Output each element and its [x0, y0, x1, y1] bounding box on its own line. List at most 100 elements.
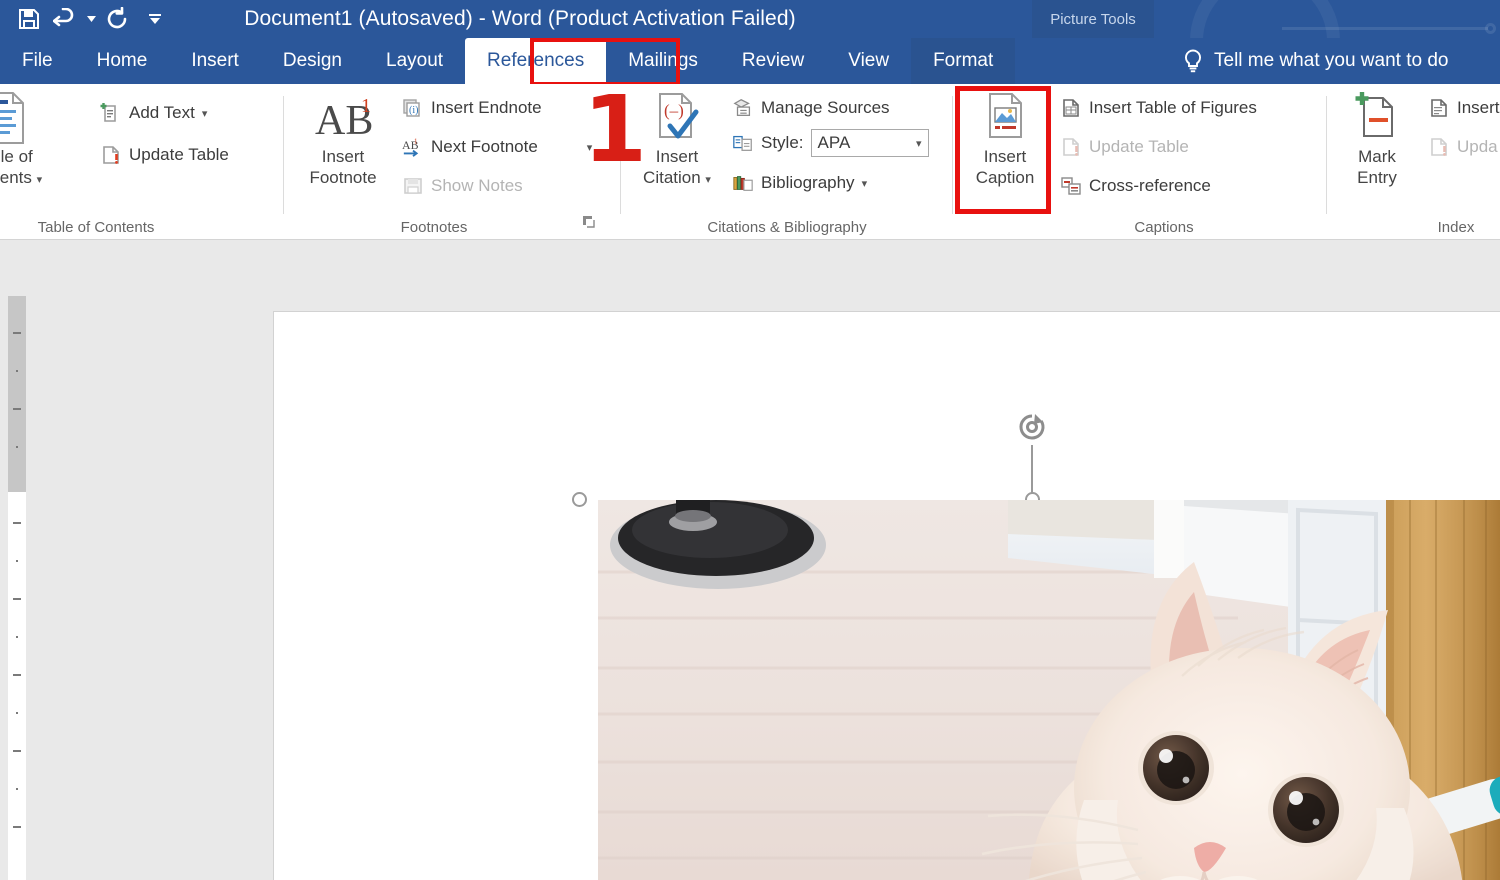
cross-reference-button[interactable]: Cross-reference — [1060, 171, 1211, 201]
tell-me-search[interactable]: Tell me what you want to do — [1182, 38, 1448, 84]
window-title: Document1 (Autosaved) - Word (Product Ac… — [244, 7, 796, 30]
update-table-toc-label: Update Table — [129, 145, 229, 164]
tab-layout[interactable]: Layout — [364, 38, 465, 84]
insert-endnote-button[interactable]: (i) Insert Endnote — [402, 93, 542, 123]
ribbon-group-footnotes: AB 1 Insert Footnote (i) Insert Endnote — [284, 84, 618, 240]
selected-picture[interactable] — [572, 414, 1500, 880]
vruler-tick — [13, 826, 21, 828]
update-index-button: Upda — [1428, 132, 1498, 162]
citation-style-label: Style: — [761, 133, 804, 152]
insert-caption-button[interactable]: Insert Caption — [956, 90, 1054, 188]
insert-citation-icon: (–) — [650, 90, 704, 146]
bibliography-button[interactable]: Bibliography ▾ — [732, 168, 867, 198]
tab-file[interactable]: File — [0, 38, 75, 84]
add-text-icon — [100, 102, 122, 124]
toc-document-icon — [0, 90, 29, 146]
ribbon-group-index: Mark Entry Insert Upda Index — [1328, 84, 1500, 240]
vruler-tick — [13, 598, 21, 600]
style-icon — [732, 132, 754, 154]
vruler-tick — [16, 446, 18, 448]
cross-reference-label: Cross-reference — [1089, 176, 1211, 195]
rotate-handle-stem — [1031, 445, 1033, 493]
title-bar: Document1 (Autosaved) - Word (Product Ac… — [0, 0, 1500, 116]
next-footnote-label: Next Footnote — [431, 137, 538, 156]
next-footnote-dropdown-icon[interactable]: ▾ — [587, 141, 593, 154]
group-separator-2 — [620, 96, 621, 214]
group-separator-4 — [1326, 96, 1327, 214]
insert-footnote-button[interactable]: AB 1 Insert Footnote — [294, 90, 392, 188]
tab-review[interactable]: Review — [720, 38, 826, 84]
tab-list: File Home Insert Design Layout Reference… — [0, 38, 1016, 84]
insert-citation-dropdown-icon[interactable]: ▾ — [705, 174, 711, 186]
tab-home[interactable]: Home — [75, 38, 170, 84]
group-title-table-of-contents: Table of Contents — [37, 219, 155, 236]
update-table-figures-button: Update Table — [1060, 132, 1189, 162]
vruler-tick — [13, 332, 21, 334]
update-table-figures-label: Update Table — [1089, 137, 1189, 156]
vruler-tick — [13, 674, 21, 676]
insert-caption-label-line1: Insert — [983, 147, 1027, 166]
manage-sources-button[interactable]: Manage Sources — [732, 93, 890, 123]
svg-text:1: 1 — [414, 136, 418, 145]
group-title-footnotes: Footnotes — [400, 219, 468, 236]
tab-mailings[interactable]: Mailings — [606, 38, 720, 84]
vruler-tick — [13, 750, 21, 752]
picture-handle-top-left[interactable] — [572, 492, 587, 507]
toc-label-line2: Contents ▾ — [0, 168, 43, 187]
footnotes-dialog-launcher-icon[interactable] — [582, 215, 596, 232]
ruler-band: 3 · ı · 2 · ı · 1 · ı · ı · · · ı · 1 · … — [0, 240, 1500, 524]
table-of-contents-button[interactable]: Table of Contents ▾ — [0, 90, 52, 191]
insert-citation-label-line2: Citation ▾ — [643, 168, 711, 187]
tab-view[interactable]: View — [826, 38, 911, 84]
next-footnote-button[interactable]: AB 1 Next Footnote ▾ — [402, 132, 592, 162]
insert-table-of-figures-button[interactable]: Insert Table of Figures — [1060, 93, 1257, 123]
citation-style-select[interactable]: APA ▾ — [810, 129, 929, 157]
show-notes-icon — [402, 175, 424, 197]
vruler-tick — [16, 788, 18, 790]
table-of-figures-icon — [1060, 97, 1082, 119]
citation-style-row: Style: APA ▾ — [732, 128, 929, 158]
cat-photo — [598, 500, 1500, 880]
insert-table-of-figures-label: Insert Table of Figures — [1089, 98, 1257, 117]
vruler-tick — [16, 370, 18, 372]
insert-index-button[interactable]: Insert — [1428, 93, 1500, 123]
tab-references[interactable]: References — [465, 38, 607, 84]
add-text-label: Add Text — [129, 103, 195, 122]
ribbon-group-captions: Insert Caption Insert Table of Figures U… — [954, 84, 1326, 240]
document-page[interactable] — [274, 312, 1500, 880]
ribbon-tab-strip: File Home Insert Design Layout Reference… — [0, 38, 1500, 108]
mark-entry-button[interactable]: Mark Entry — [1328, 90, 1426, 188]
tab-design[interactable]: Design — [261, 38, 364, 84]
tab-insert[interactable]: Insert — [169, 38, 261, 84]
toc-dropdown-icon[interactable]: ▾ — [37, 174, 43, 186]
show-notes-button: Show Notes — [402, 171, 523, 201]
group-title-captions: Captions — [1134, 219, 1194, 236]
vruler-tick — [13, 408, 21, 410]
citation-style-dropdown-icon[interactable]: ▾ — [916, 137, 922, 150]
group-separator-3 — [952, 96, 953, 214]
update-table-toc-button[interactable]: Update Table — [100, 140, 229, 170]
add-text-dropdown-icon[interactable]: ▾ — [202, 107, 208, 120]
bibliography-dropdown-icon[interactable]: ▾ — [862, 177, 868, 190]
tab-format[interactable]: Format — [911, 38, 1016, 84]
toc-label-line1: Table of — [0, 147, 33, 166]
lightbulb-icon — [1182, 49, 1204, 73]
word-window: Document1 (Autosaved) - Word (Product Ac… — [0, 0, 1500, 880]
group-title-index: Index — [1437, 219, 1475, 236]
titlebar-decoration-dot-1 — [1485, 23, 1496, 34]
picture-tools-label: Picture Tools — [1050, 10, 1136, 28]
svg-text:(i): (i) — [409, 105, 418, 116]
insert-index-label: Insert — [1457, 98, 1500, 117]
update-index-label: Upda — [1457, 137, 1498, 156]
bibliography-icon — [732, 172, 754, 194]
rotate-handle-icon[interactable] — [1015, 411, 1049, 445]
vertical-ruler[interactable] — [8, 296, 26, 880]
manage-sources-label: Manage Sources — [761, 98, 890, 117]
insert-citation-button[interactable]: (–) Insert Citation ▾ — [628, 90, 726, 191]
show-notes-label: Show Notes — [431, 176, 523, 195]
citation-style-value: APA — [817, 133, 851, 152]
insert-endnote-icon: (i) — [402, 97, 424, 119]
cross-reference-icon — [1060, 175, 1082, 197]
add-text-button[interactable]: Add Text ▾ — [100, 98, 207, 128]
vertical-ruler-margin — [8, 296, 26, 492]
